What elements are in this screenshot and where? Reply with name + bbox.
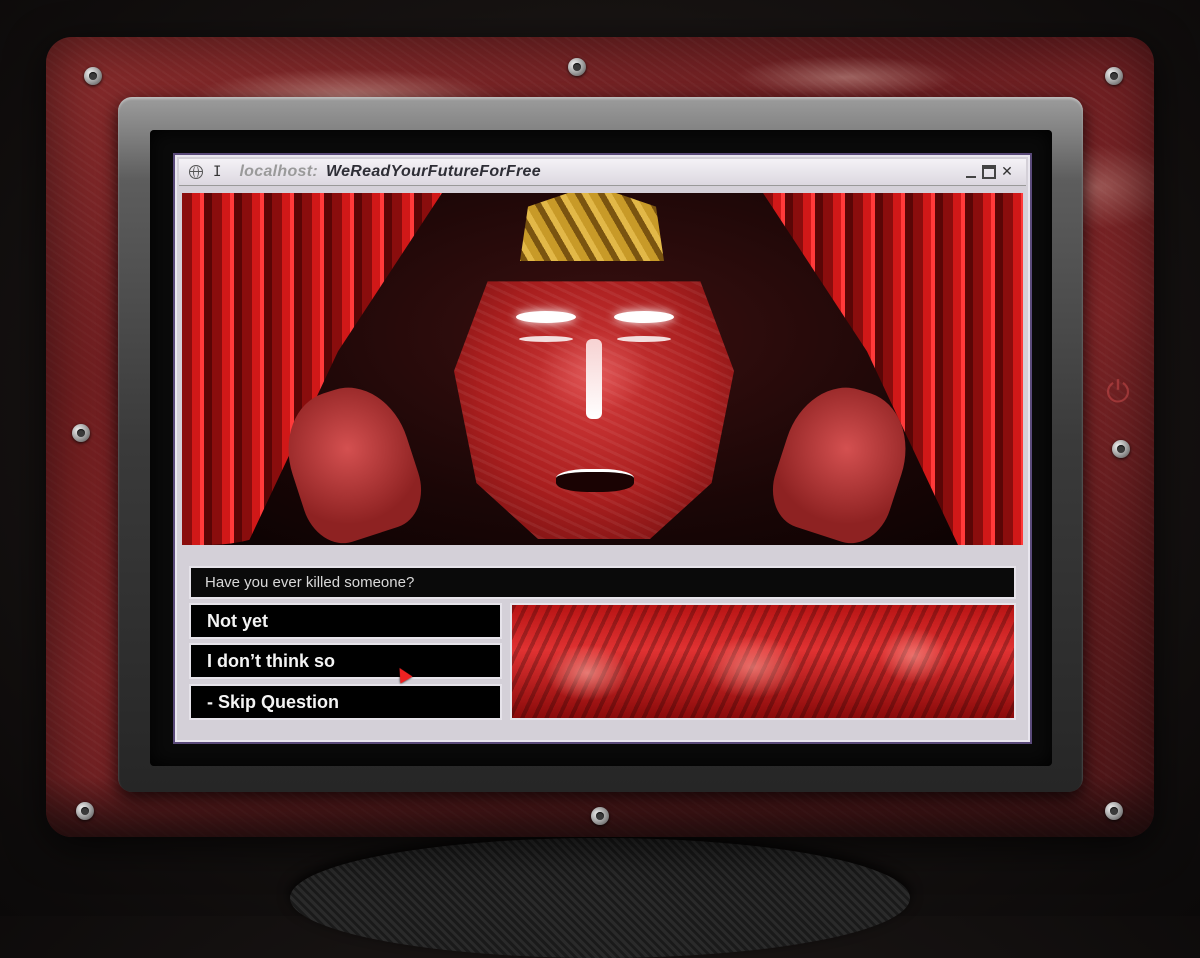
answer-label: Not yet: [207, 610, 269, 631]
question-text: Have you ever killed someone?: [205, 574, 415, 591]
answer-button-dont-think-so[interactable]: I don’t think so: [189, 643, 502, 679]
monitor-stand: [290, 838, 910, 958]
window-controls: ✕: [964, 165, 1014, 179]
nose: [586, 339, 602, 419]
screw-icon: [568, 58, 586, 76]
title-separator: I: [213, 164, 222, 180]
browser-window: I localhost: WeReadYourFutureForFree ✕ H…: [173, 153, 1032, 744]
turban: [520, 193, 664, 261]
answer-label: - Skip Question: [207, 691, 340, 712]
screw-icon: [72, 424, 90, 442]
screw-icon: [1112, 440, 1130, 458]
fortune-teller-scene: [182, 193, 1023, 545]
fortune-teller-face: [454, 281, 734, 539]
eye-right: [614, 311, 674, 323]
screw-icon: [84, 67, 102, 85]
power-icon[interactable]: ⏻: [1096, 371, 1140, 415]
answer-button-not-yet[interactable]: Not yet: [189, 603, 502, 639]
screw-icon: [76, 802, 94, 820]
screw-icon: [591, 807, 609, 825]
window-titlebar[interactable]: I localhost: WeReadYourFutureForFree ✕: [179, 159, 1026, 186]
hell-artwork-panel: [510, 603, 1016, 720]
close-icon[interactable]: ✕: [1000, 165, 1014, 179]
screw-icon: [1105, 802, 1123, 820]
question-bar: Have you ever killed someone?: [189, 566, 1016, 599]
window-host-label: localhost:: [239, 163, 318, 180]
eye-left: [516, 311, 576, 323]
answer-label: I don’t think so: [207, 650, 335, 671]
minimize-icon[interactable]: [964, 165, 978, 179]
globe-icon: [189, 165, 203, 179]
maximize-icon[interactable]: [982, 165, 996, 179]
answer-button-skip-question[interactable]: - Skip Question: [189, 684, 502, 720]
window-title: WeReadYourFutureForFree: [326, 163, 541, 180]
mouth: [556, 469, 634, 492]
screw-icon: [1105, 67, 1123, 85]
